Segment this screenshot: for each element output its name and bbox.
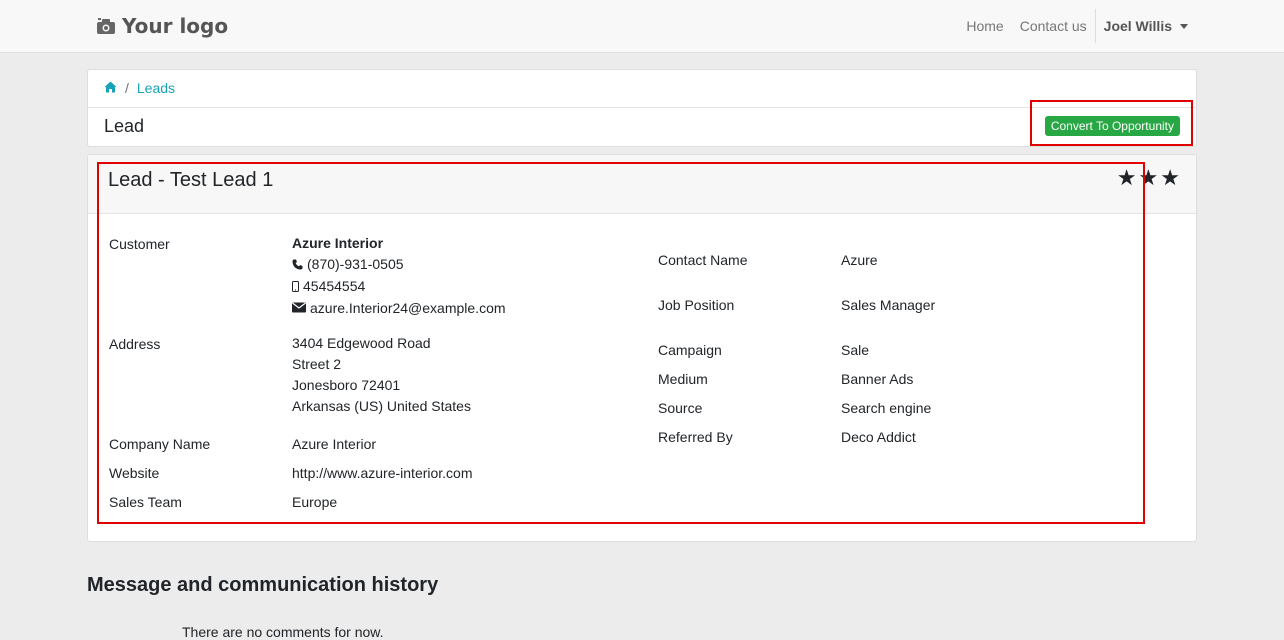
breadcrumb-separator: / — [125, 80, 129, 96]
page-title: Lead — [104, 116, 145, 136]
caret-down-icon — [1180, 23, 1188, 29]
star-icon[interactable]: ★ — [1160, 167, 1180, 189]
history-title: Message and communication history — [87, 574, 439, 596]
nav-links: Home Contact us Joel Willis — [950, 0, 1188, 52]
navbar: Your logo Home Contact us Joel Willis — [0, 0, 1284, 53]
nav-divider — [1094, 9, 1096, 43]
breadcrumb-leads-link[interactable]: Leads — [137, 80, 175, 96]
logo-text: Your logo — [122, 14, 229, 38]
highlight-box-convert — [1030, 100, 1193, 146]
logo[interactable]: Your logo — [96, 12, 228, 40]
camera-icon — [96, 17, 116, 35]
user-name: Joel Willis — [1103, 18, 1172, 34]
user-menu-dropdown[interactable]: Joel Willis — [1104, 18, 1188, 34]
highlight-box-lead-details — [97, 162, 1145, 524]
nav-home-link[interactable]: Home — [966, 18, 1003, 34]
breadcrumb: / Leads — [104, 80, 175, 96]
home-icon[interactable] — [104, 80, 117, 96]
nav-contact-link[interactable]: Contact us — [1020, 18, 1087, 34]
